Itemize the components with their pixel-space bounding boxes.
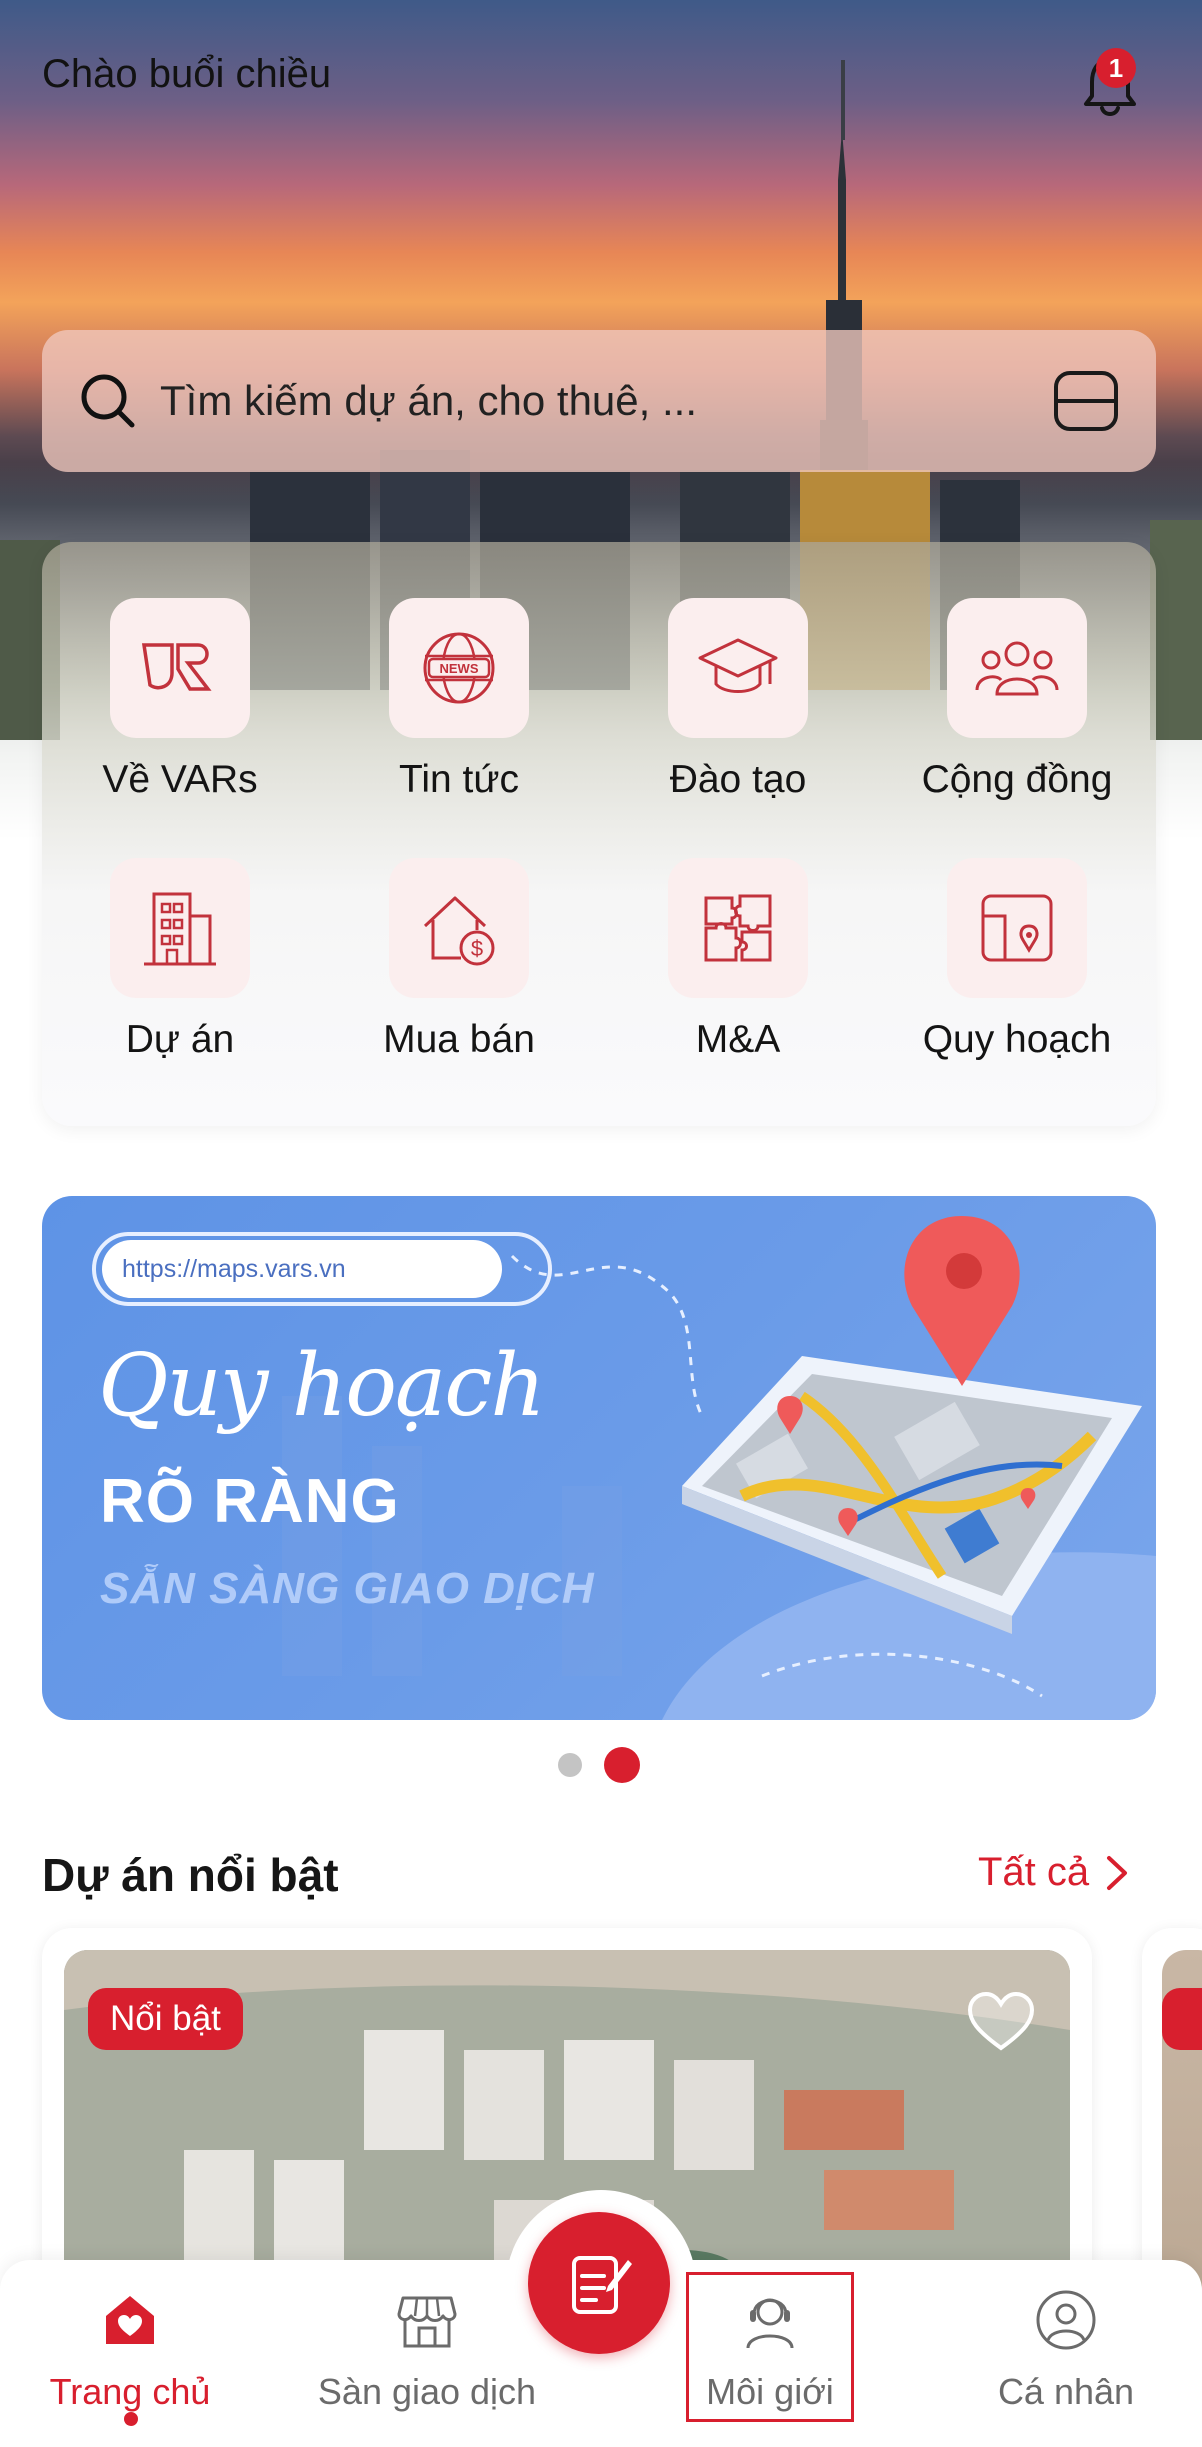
- banner-search-icon: [436, 1248, 476, 1288]
- carousel-indicator: [0, 1745, 1202, 1785]
- community-icon: [975, 641, 1059, 696]
- menu-item-cong-dong[interactable]: Cộng đồng: [877, 598, 1157, 838]
- menu-item-label: Quy hoạch: [922, 1018, 1112, 1061]
- menu-item-tin-tuc[interactable]: NEWS Tin tức: [319, 598, 599, 838]
- puzzle-icon: [704, 894, 772, 962]
- favorite-heart-icon[interactable]: [966, 1990, 1036, 2052]
- notification-badge: 1: [1096, 48, 1136, 88]
- menu-item-quy-hoach[interactable]: Quy hoạch: [877, 858, 1157, 1098]
- house-dollar-icon: $: [423, 896, 495, 966]
- carousel-dot-1[interactable]: [558, 1753, 582, 1777]
- menu-item-label: Tin tức: [398, 758, 519, 801]
- edit-note-icon: [572, 2256, 632, 2314]
- carousel-dot-2-active[interactable]: [604, 1747, 640, 1783]
- see-all-link[interactable]: Tất cả: [978, 1850, 1129, 1895]
- nav-home[interactable]: Trang chủ: [10, 2288, 250, 2413]
- nav-marketplace[interactable]: Sàn giao dịch: [307, 2288, 547, 2413]
- svg-text:NEWS: NEWS: [440, 661, 479, 676]
- graduation-cap-icon: [698, 638, 778, 693]
- section-title-featured: Dự án nổi bật: [42, 1849, 339, 1901]
- menu-item-label: M&A: [695, 1018, 781, 1061]
- banner-subline: SẴN SÀNG GIAO DỊCH: [100, 1564, 595, 1613]
- greeting-text: Chào buổi chiều: [42, 52, 332, 96]
- promo-banner[interactable]: https://maps.vars.vn Quy hoạch RÕ RÀNG S…: [42, 1196, 1156, 1720]
- nav-profile[interactable]: Cá nhân: [946, 2288, 1186, 2413]
- menu-item-m-and-a[interactable]: M&A: [598, 858, 878, 1098]
- menu-item-label: Cộng đồng: [921, 758, 1113, 801]
- menu-item-label: Về VARs: [102, 758, 258, 801]
- menu-item-label: Dự án: [125, 1018, 235, 1061]
- map-pin-icon: [981, 894, 1053, 962]
- nav-label: Trang chủ: [49, 2371, 211, 2412]
- news-globe-icon: NEWS: [423, 632, 495, 704]
- nav-active-indicator: [124, 2412, 138, 2426]
- see-all-label: Tất cả: [978, 1850, 1090, 1894]
- nav-label: Sàn giao dịch: [317, 2371, 537, 2412]
- menu-item-label: Đào tạo: [669, 758, 807, 801]
- vars-logo-icon: [141, 643, 212, 691]
- menu-item-ve-vars[interactable]: Về VARs: [40, 598, 320, 838]
- selection-highlight-box: [686, 2272, 854, 2422]
- menu-item-du-an[interactable]: Dự án: [40, 858, 320, 1098]
- banner-headline: RÕ RÀNG: [100, 1467, 400, 1536]
- user-profile-icon: [1036, 2290, 1096, 2350]
- featured-tag: Nổi bật: [88, 1988, 243, 2050]
- home-heart-icon: [106, 2296, 154, 2344]
- banner-script-title: Quy hoạch: [98, 1336, 546, 1436]
- search-bar[interactable]: Tìm kiếm dự án, cho thuê, ...: [42, 330, 1156, 472]
- nav-label: Cá nhân: [997, 2371, 1135, 2412]
- qr-scan-icon[interactable]: [1052, 369, 1120, 433]
- menu-item-mua-ban[interactable]: $ Mua bán: [319, 858, 599, 1098]
- building-icon: [144, 892, 216, 966]
- storefront-icon: [397, 2296, 457, 2348]
- search-input[interactable]: Tìm kiếm dự án, cho thuê, ...: [160, 377, 1052, 425]
- search-icon: [81, 374, 135, 428]
- create-post-button[interactable]: [528, 2212, 670, 2354]
- svg-text:$: $: [471, 936, 483, 961]
- menu-item-label: Mua bán: [383, 1018, 535, 1061]
- menu-item-dao-tao[interactable]: Đào tạo: [598, 598, 878, 838]
- chevron-right-icon: [1107, 1855, 1128, 1890]
